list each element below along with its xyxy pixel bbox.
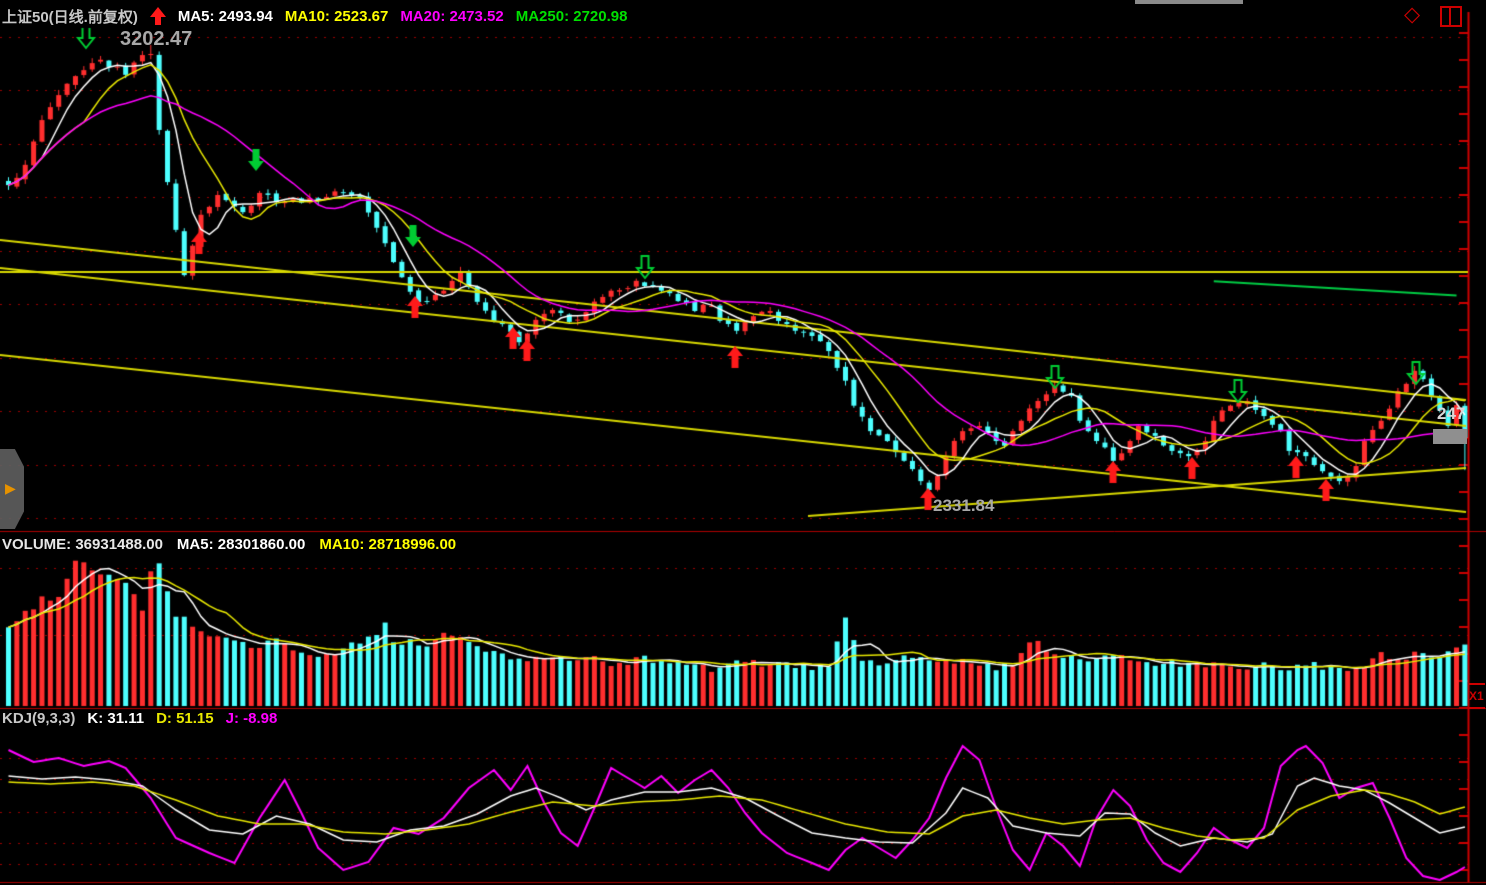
ma250-readout: MA250: 2720.98 [516,8,628,25]
kdj-d-readout: D: 51.15 [156,710,214,727]
expand-arrow-icon: ▶ [5,480,16,497]
titlebar-fragment [1135,0,1243,4]
last-price-label: 247 [1437,404,1465,424]
kdj-j-readout: J: -8.98 [226,710,278,727]
kdj-header: KDJ(9,3,3) K: 31.11 D: 51.15 J: -8.98 [2,710,277,727]
main-chart-header: 上证50(日线.前复权) MA5: 2493.94 MA10: 2523.67 … [2,4,627,28]
volume-readout: VOLUME: 36931488.00 [2,536,163,553]
ma10-readout: MA10: 2523.67 [285,8,388,25]
chart-canvas[interactable] [0,0,1486,885]
multiplier-cell[interactable]: X1 [1469,683,1485,709]
split-window-icon[interactable] [1440,6,1462,27]
chart-title: 上证50(日线.前复权) [2,6,138,27]
sidebar-expand-tab[interactable]: ▶ [0,449,24,529]
volume-ma10-readout: MA10: 28718996.00 [319,536,456,553]
low-price-label: 2331.84 [933,496,994,516]
volume-header: VOLUME: 36931488.00 MA5: 28301860.00 MA1… [2,536,456,553]
kdj-k-readout: K: 31.11 [87,710,144,727]
ma5-readout: MA5: 2493.94 [178,8,273,25]
split-line [1449,8,1451,25]
kdj-name: KDJ(9,3,3) [2,710,75,727]
ma20-readout: MA20: 2473.52 [400,8,503,25]
app-window: 上证50(日线.前复权) MA5: 2493.94 MA10: 2523.67 … [0,0,1486,885]
peak-price-label: 3202.47 [120,28,192,51]
up-arrow-icon [150,7,166,25]
diamond-icon[interactable]: ◇ [1404,3,1420,27]
volume-ma5-readout: MA5: 28301860.00 [177,536,305,553]
last-price-marker-box [1433,429,1467,444]
